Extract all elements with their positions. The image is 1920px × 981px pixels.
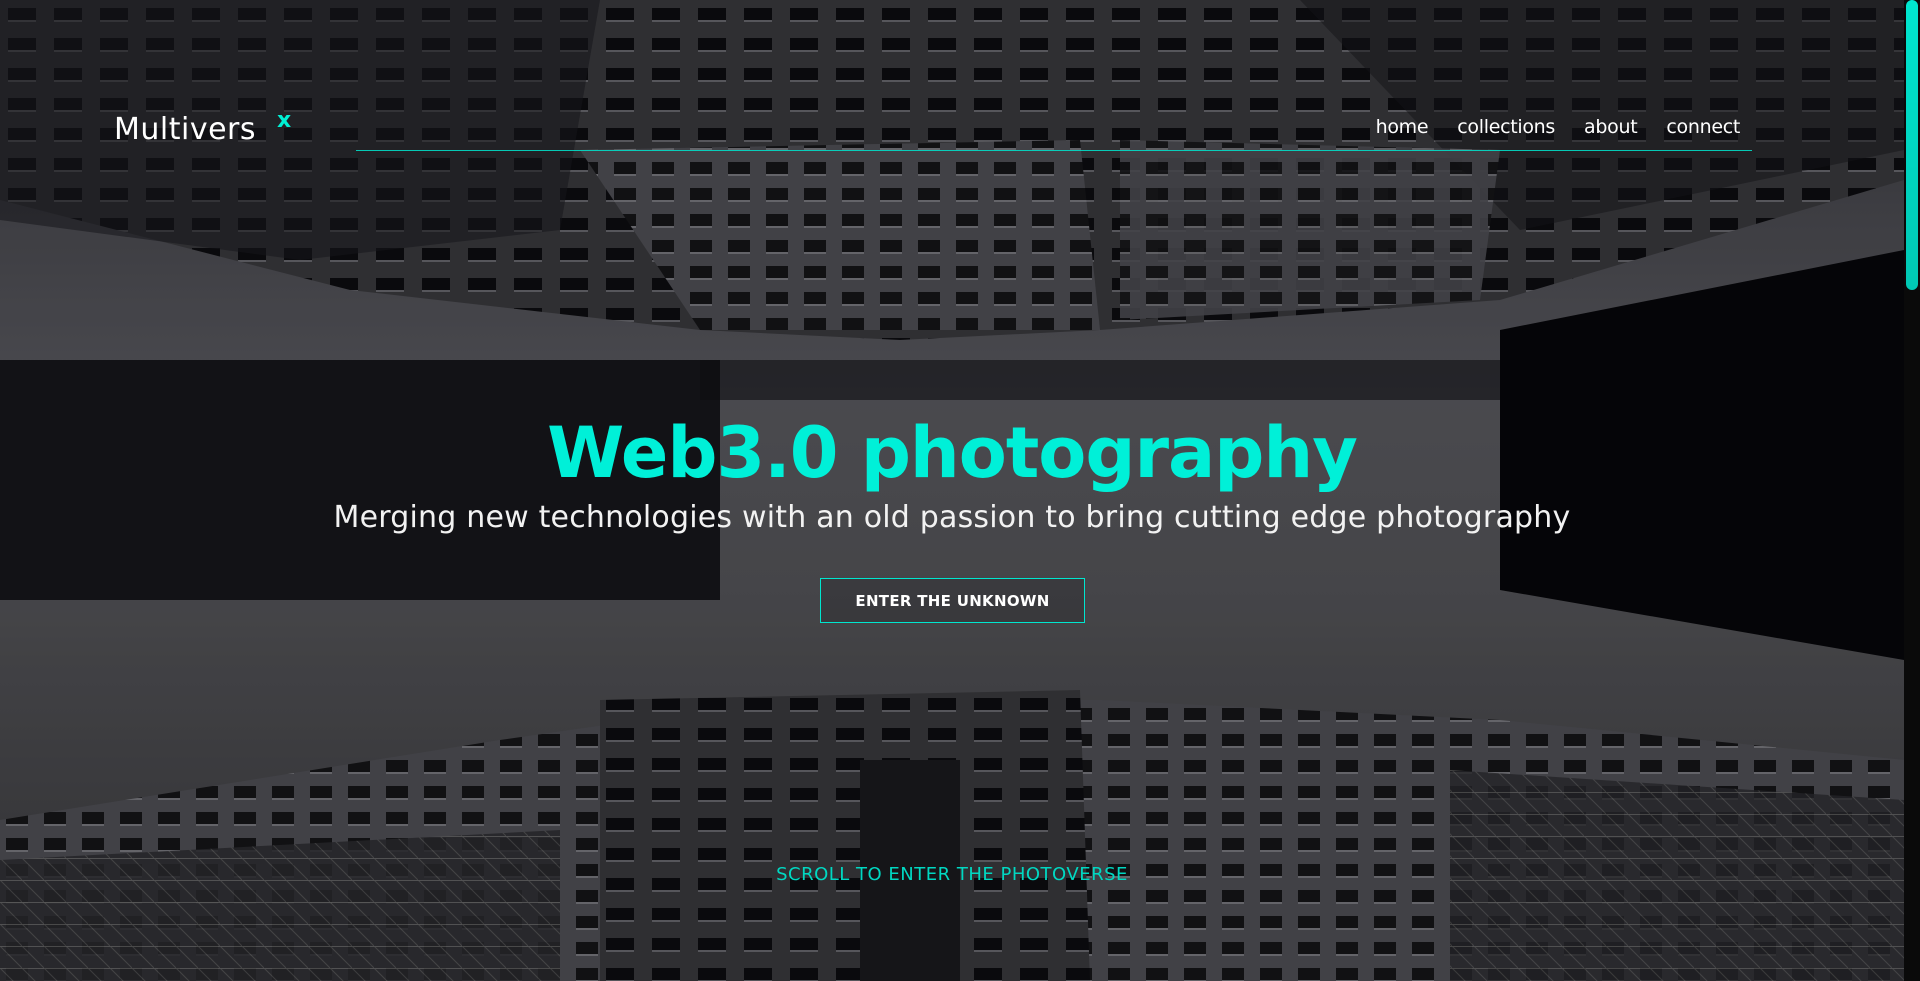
nav-link-about[interactable]: about: [1584, 116, 1638, 138]
nav-link-home[interactable]: home: [1376, 116, 1429, 138]
scroll-hint[interactable]: SCROLL TO ENTER THE PHOTOVERSE: [0, 864, 1904, 885]
nav-link-connect[interactable]: connect: [1666, 116, 1740, 138]
nav-menu: home collections about connect: [1376, 116, 1741, 138]
brand-mark-icon: x: [277, 108, 292, 133]
nav-divider: [356, 150, 1752, 151]
hero-title: Web3.0 photography: [547, 412, 1358, 494]
enter-the-unknown-button[interactable]: ENTER THE UNKNOWN: [820, 578, 1085, 623]
hero-subtitle: Merging new technologies with an old pas…: [333, 500, 1571, 535]
scrollbar-thumb[interactable]: [1906, 0, 1918, 290]
brand-name: Multivers: [114, 112, 257, 147]
nav-link-collections[interactable]: collections: [1457, 116, 1555, 138]
page-scrollbar[interactable]: [1904, 0, 1920, 981]
top-navigation: Multivers x home collections about conne…: [114, 100, 1752, 152]
brand-logo[interactable]: Multivers: [114, 112, 256, 147]
